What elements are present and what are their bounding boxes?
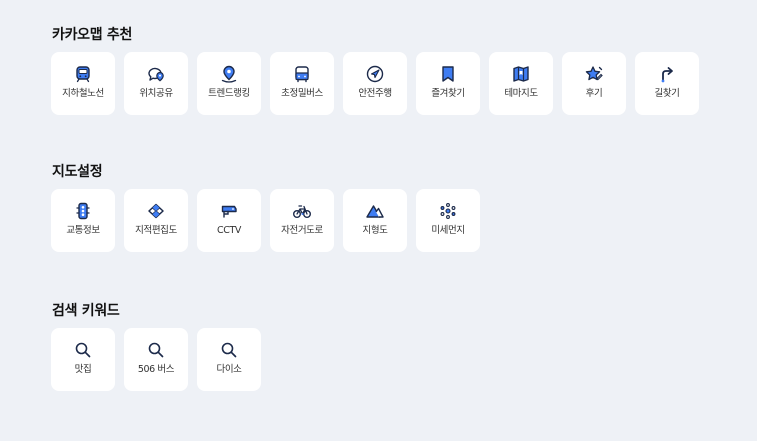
- recommend-grid: 지하철노선 위치공유 트렌드랭킹 초정밀버스 안전주행 즐겨찾기 테마지도 후기…: [51, 52, 699, 115]
- tile-theme-map[interactable]: 테마지도: [489, 52, 553, 115]
- keyword-label: 506 버스: [137, 364, 175, 375]
- fine-dust-icon: [438, 201, 458, 221]
- traffic-light-icon: [73, 201, 93, 221]
- tile-terrain-map[interactable]: 지형도: [343, 189, 407, 252]
- tile-traffic-info[interactable]: 교통정보: [51, 189, 115, 252]
- tile-label: 초정밀버스: [281, 88, 323, 99]
- tile-label: 즐겨찾기: [431, 88, 465, 99]
- map-settings-grid: 교통정보 지적편집도 CCTV 자전거도로 지형도 미세먼지: [51, 189, 480, 252]
- map-settings-title: 지도설정: [52, 164, 103, 180]
- tile-location-share[interactable]: 위치공유: [124, 52, 188, 115]
- tile-bus[interactable]: 초정밀버스: [270, 52, 334, 115]
- tile-label: 길찾기: [654, 88, 680, 99]
- search-icon: [219, 340, 239, 360]
- cadastral-map-icon: [146, 201, 166, 221]
- keyword-label: 다이소: [216, 364, 242, 375]
- search-keywords-title: 검색 키워드: [52, 303, 120, 319]
- tile-label: 후기: [585, 88, 603, 99]
- trend-ranking-icon: [219, 64, 239, 84]
- cctv-icon: [219, 201, 239, 221]
- bicycle-icon: [292, 201, 312, 221]
- tile-label: 안전주행: [358, 88, 392, 99]
- tile-label: 지적편집도: [135, 225, 177, 236]
- tile-directions[interactable]: 길찾기: [635, 52, 699, 115]
- recommend-section: 카카오맵 추천 지하철노선 위치공유 트렌드랭킹 초정밀버스 안전주행 즐겨찾기…: [51, 25, 699, 115]
- tile-fine-dust[interactable]: 미세먼지: [416, 189, 480, 252]
- tile-label: 미세먼지: [431, 225, 465, 236]
- search-keywords-section: 검색 키워드 맛집 506 버스 다이소: [51, 301, 261, 391]
- tile-label: 테마지도: [504, 88, 538, 99]
- tile-review[interactable]: 후기: [562, 52, 626, 115]
- keyword-tile-daiso[interactable]: 다이소: [197, 328, 261, 391]
- tile-label: CCTV: [217, 225, 241, 236]
- tile-bike-road[interactable]: 자전거도로: [270, 189, 334, 252]
- tile-label: 교통정보: [66, 225, 100, 236]
- tile-label: 지형도: [362, 225, 388, 236]
- tile-label: 자전거도로: [281, 225, 323, 236]
- keyword-label: 맛집: [74, 364, 92, 375]
- tile-cadastral-map[interactable]: 지적편집도: [124, 189, 188, 252]
- tile-label: 트렌드랭킹: [208, 88, 250, 99]
- map-settings-section: 지도설정 교통정보 지적편집도 CCTV 자전거도로 지형도 미세먼지: [51, 162, 480, 252]
- tile-trend-ranking[interactable]: 트렌드랭킹: [197, 52, 261, 115]
- tile-cctv[interactable]: CCTV: [197, 189, 261, 252]
- bus-icon: [292, 64, 312, 84]
- search-icon: [146, 340, 166, 360]
- location-share-icon: [146, 64, 166, 84]
- search-icon: [73, 340, 93, 360]
- bookmark-icon: [438, 64, 458, 84]
- search-keywords-grid: 맛집 506 버스 다이소: [51, 328, 261, 391]
- tile-label: 위치공유: [139, 88, 173, 99]
- tile-safe-driving[interactable]: 안전주행: [343, 52, 407, 115]
- theme-map-icon: [511, 64, 531, 84]
- tile-favorites[interactable]: 즐겨찾기: [416, 52, 480, 115]
- terrain-icon: [365, 201, 385, 221]
- keyword-tile-bus-506[interactable]: 506 버스: [124, 328, 188, 391]
- navigation-icon: [365, 64, 385, 84]
- tile-label: 지하철노선: [62, 88, 104, 99]
- tile-subway[interactable]: 지하철노선: [51, 52, 115, 115]
- subway-icon: [73, 64, 93, 84]
- directions-icon: [657, 64, 677, 84]
- keyword-tile-restaurants[interactable]: 맛집: [51, 328, 115, 391]
- recommend-title: 카카오맵 추천: [52, 27, 133, 43]
- review-star-icon: [584, 64, 604, 84]
